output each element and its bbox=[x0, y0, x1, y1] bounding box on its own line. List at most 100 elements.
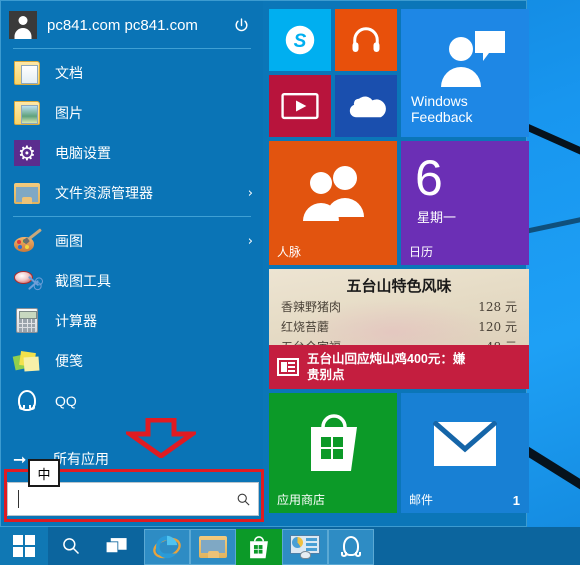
tile-count-badge: 1 bbox=[512, 493, 520, 508]
qq-penguin-icon bbox=[340, 535, 362, 559]
start-button[interactable] bbox=[0, 527, 48, 565]
documents-folder-icon bbox=[13, 59, 41, 87]
annotation-arrow bbox=[122, 417, 200, 463]
user-avatar-body bbox=[14, 28, 32, 39]
taskbar-search-button[interactable] bbox=[48, 527, 94, 565]
chevron-right-icon[interactable]: › bbox=[248, 186, 253, 201]
settings-gear-icon: ⚙ bbox=[13, 139, 41, 167]
task-view-icon bbox=[105, 537, 128, 554]
video-play-icon bbox=[269, 75, 331, 137]
windows-logo-icon bbox=[13, 535, 35, 557]
taskbar-app-store[interactable] bbox=[236, 528, 282, 565]
people-icon bbox=[301, 165, 365, 228]
tile-label: 人脉 bbox=[277, 245, 302, 259]
store-bag-icon bbox=[303, 409, 365, 480]
news-icon bbox=[277, 358, 299, 376]
sidebar-item-label: 电脑设置 bbox=[55, 145, 111, 161]
sidebar-item-label: 便笺 bbox=[55, 353, 83, 369]
tile-label: Windows Feedback bbox=[411, 92, 473, 125]
store-bag-icon bbox=[250, 535, 268, 558]
pictures-folder-icon bbox=[13, 99, 41, 127]
svg-text:S: S bbox=[294, 31, 307, 52]
screen: pc841.com pc841.com 文档 图片 ⚙ 电脑设置 文件资源管理器… bbox=[0, 0, 580, 565]
taskbar-app-internet-explorer[interactable] bbox=[144, 528, 190, 565]
taskbar-app-file-explorer[interactable] bbox=[190, 528, 236, 565]
sidebar-item-qq[interactable]: QQ bbox=[1, 381, 263, 421]
sidebar-item-sticky-notes[interactable]: 便笺 bbox=[1, 341, 263, 381]
sidebar-item-calculator[interactable]: 计算器 bbox=[1, 301, 263, 341]
mail-envelope-icon bbox=[432, 420, 498, 472]
tile-people[interactable]: 人脉 bbox=[269, 141, 397, 265]
text-caret bbox=[18, 490, 19, 508]
divider bbox=[13, 216, 251, 217]
tile-label: 日历 bbox=[409, 245, 434, 259]
power-button[interactable] bbox=[227, 11, 255, 39]
sidebar-item-label: QQ bbox=[55, 393, 77, 409]
news-menu-row: 红烧苔蘑 120 元 bbox=[281, 318, 517, 335]
sidebar-item-label: 文件资源管理器 bbox=[55, 185, 153, 201]
sidebar-item-label: 图片 bbox=[55, 105, 83, 121]
tile-onedrive[interactable] bbox=[335, 75, 397, 137]
tile-mail[interactable]: 邮件 1 bbox=[401, 393, 529, 513]
news-menu-row: 香辣野猪肉 128 元 bbox=[281, 298, 517, 315]
search-magnifier-icon bbox=[63, 538, 80, 555]
power-icon bbox=[235, 17, 247, 31]
all-apps-label: 所有应用 bbox=[53, 451, 109, 467]
tile-store[interactable]: 应用商店 bbox=[269, 393, 397, 513]
internet-explorer-icon bbox=[153, 535, 181, 558]
tile-music[interactable] bbox=[335, 9, 397, 71]
skype-icon: S bbox=[269, 9, 331, 71]
file-explorer-icon bbox=[199, 535, 227, 558]
divider bbox=[13, 48, 251, 49]
menu-item-name: 红烧苔蘑 bbox=[281, 320, 330, 334]
menu-item-price: 128 元 bbox=[478, 300, 517, 314]
calendar-day-number: 6 bbox=[415, 150, 443, 206]
wallpaper-streak bbox=[520, 188, 580, 235]
account-name: pc841.com pc841.com bbox=[47, 16, 198, 34]
tile-label: 邮件 bbox=[409, 493, 434, 507]
search-input[interactable] bbox=[7, 482, 259, 516]
menu-item-name: 香辣野猪肉 bbox=[281, 300, 342, 314]
start-menu: pc841.com pc841.com 文档 图片 ⚙ 电脑设置 文件资源管理器… bbox=[0, 0, 529, 527]
taskbar-app-qq[interactable] bbox=[328, 528, 374, 565]
menu-item-price: 120 元 bbox=[478, 320, 517, 334]
paint-icon bbox=[13, 227, 42, 255]
tile-video[interactable] bbox=[269, 75, 331, 137]
avatar[interactable] bbox=[9, 11, 37, 39]
ime-indicator: 中 bbox=[28, 459, 60, 487]
calculator-icon bbox=[13, 307, 41, 335]
file-explorer-icon bbox=[13, 179, 41, 207]
sidebar-item-paint[interactable]: 画图 › bbox=[1, 221, 263, 261]
search-magnifier-icon[interactable] bbox=[228, 492, 258, 507]
news-headline: 五台山回应炖山鸡400元：嫌 贵别点 bbox=[307, 351, 466, 382]
tile-calendar[interactable]: 6 星期一 日历 bbox=[401, 141, 529, 265]
onedrive-cloud-icon bbox=[335, 75, 397, 137]
calendar-weekday: 星期一 bbox=[417, 210, 457, 225]
ime-indicator-label: 中 bbox=[37, 466, 51, 482]
tile-news[interactable]: 五台山特色风味 香辣野猪肉 128 元 红烧苔蘑 120 元 五台全家福 48 … bbox=[269, 269, 529, 389]
sidebar-item-label: 画图 bbox=[55, 233, 83, 249]
taskbar bbox=[0, 527, 580, 565]
chevron-right-icon[interactable]: › bbox=[248, 234, 253, 249]
taskbar-app-control-panel[interactable] bbox=[282, 528, 328, 565]
sidebar-item-label: 文档 bbox=[55, 65, 83, 81]
sidebar-item-documents[interactable]: 文档 bbox=[1, 53, 263, 93]
taskbar-task-view-button[interactable] bbox=[94, 527, 140, 565]
news-banner: 五台山回应炖山鸡400元：嫌 贵别点 bbox=[269, 345, 529, 389]
feedback-person-icon bbox=[435, 27, 507, 94]
sidebar-item-label: 截图工具 bbox=[55, 273, 111, 289]
account-row[interactable]: pc841.com pc841.com bbox=[1, 5, 263, 45]
news-photo-title: 五台山特色风味 bbox=[346, 277, 452, 295]
start-menu-tiles-panel: S Windows Feedback 人脉 6 星期一 日历 五台山特色风味 香… bbox=[263, 1, 529, 526]
qq-penguin-icon bbox=[13, 387, 41, 415]
headphones-icon bbox=[335, 9, 397, 71]
sidebar-item-pc-settings[interactable]: ⚙ 电脑设置 bbox=[1, 133, 263, 173]
sidebar-item-pictures[interactable]: 图片 bbox=[1, 93, 263, 133]
tile-windows-feedback[interactable]: Windows Feedback bbox=[401, 9, 529, 137]
snipping-tool-icon bbox=[13, 267, 41, 295]
tile-skype[interactable]: S bbox=[269, 9, 331, 71]
control-panel-icon bbox=[289, 534, 321, 559]
sidebar-item-file-explorer[interactable]: 文件资源管理器 › bbox=[1, 173, 263, 213]
sidebar-item-label: 计算器 bbox=[55, 313, 97, 329]
sidebar-item-snipping-tool[interactable]: 截图工具 bbox=[1, 261, 263, 301]
